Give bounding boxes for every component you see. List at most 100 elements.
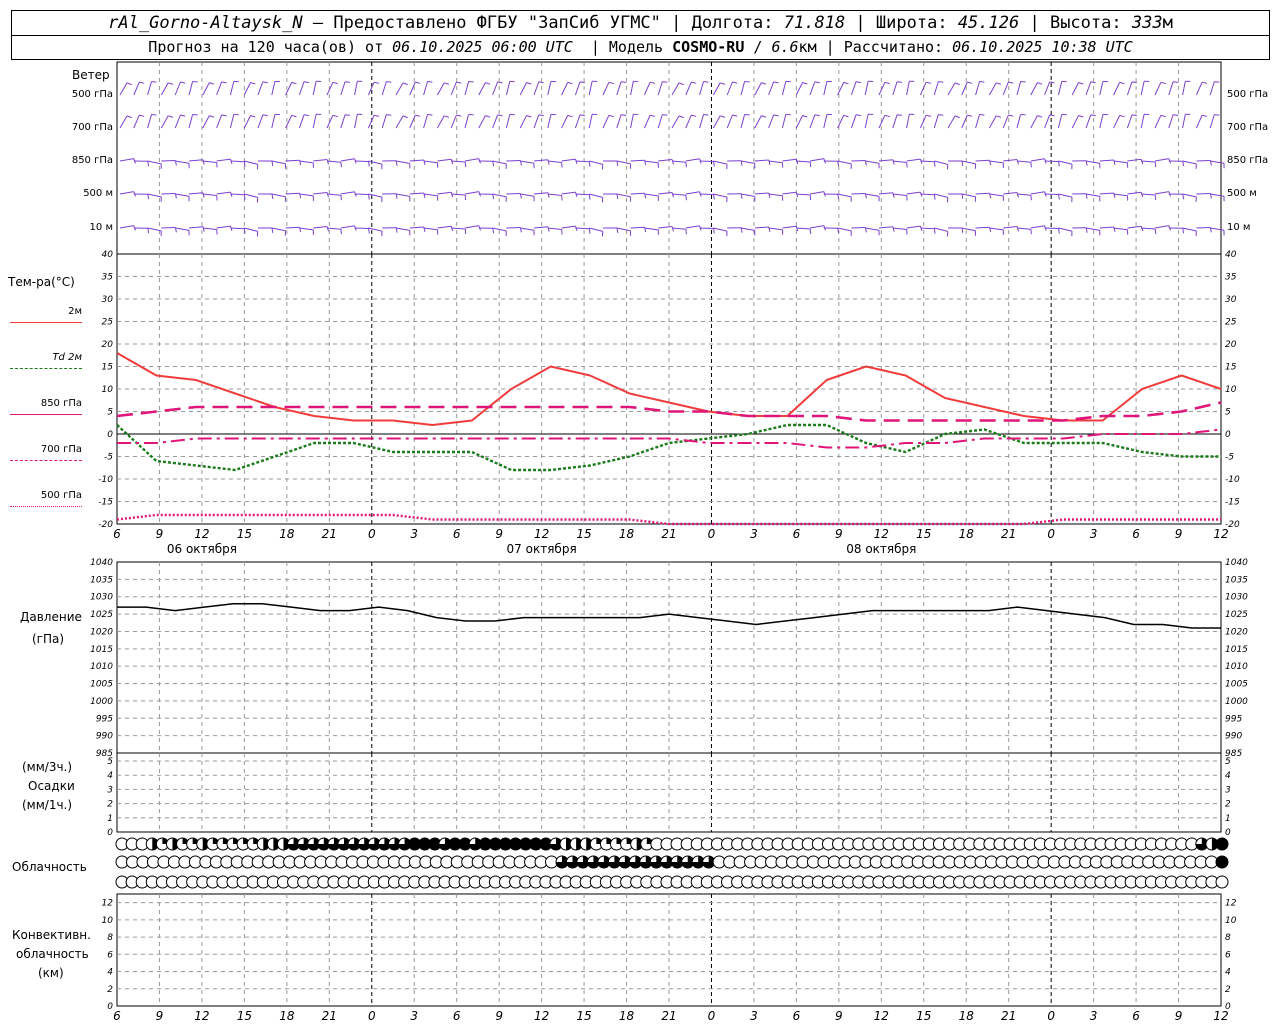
wind-barb bbox=[658, 159, 674, 165]
wind-barb-feather bbox=[933, 161, 936, 167]
wind-barb-feather bbox=[485, 82, 491, 85]
wind-barb bbox=[368, 193, 383, 203]
wind-barb-shaft bbox=[174, 114, 181, 129]
wind-barb-feather bbox=[996, 115, 1002, 118]
wind-barb-feather bbox=[1140, 192, 1144, 198]
wind-barb-shaft bbox=[492, 193, 507, 198]
wind-barb-shaft bbox=[519, 115, 528, 129]
wind-barb-shaft bbox=[257, 81, 264, 96]
wind-barb bbox=[947, 82, 960, 96]
wind-barb-feather bbox=[892, 159, 895, 165]
convective-ytick-label: 6 bbox=[107, 950, 113, 960]
wind-barb-shaft bbox=[395, 193, 410, 197]
wind-barb-shaft bbox=[589, 160, 603, 165]
wind-barb bbox=[382, 227, 398, 233]
wind-barb-shaft bbox=[367, 114, 375, 129]
wind-barb-feather bbox=[402, 115, 408, 119]
wind-barb bbox=[699, 160, 715, 167]
wind-barb-feather bbox=[713, 228, 715, 234]
wind-barb-feather bbox=[492, 194, 495, 200]
wind-barb bbox=[603, 227, 619, 233]
time-tick-label-bottom: 21 bbox=[1001, 1009, 1016, 1023]
wind-level-label: 10 м bbox=[89, 222, 113, 233]
wind-barb-feather bbox=[456, 114, 462, 117]
wind-barb-feather bbox=[662, 114, 668, 116]
wind-barb bbox=[616, 114, 627, 129]
wind-barb bbox=[409, 226, 426, 233]
wind-barb bbox=[1071, 115, 1084, 129]
time-tick-label: 12 bbox=[1213, 527, 1228, 541]
pressure-ytick-label-right: 1015 bbox=[1225, 645, 1248, 655]
wind-barb-shaft bbox=[795, 115, 804, 129]
wind-barb-shaft bbox=[423, 160, 438, 164]
cloud-cover-fill bbox=[1216, 856, 1228, 868]
wind-barb bbox=[1196, 160, 1212, 166]
wind-barb bbox=[961, 193, 976, 202]
wind-barb bbox=[188, 81, 198, 96]
wind-barb-feather bbox=[168, 115, 174, 118]
wind-barb-shaft bbox=[1209, 81, 1215, 96]
wind-barb bbox=[505, 113, 515, 129]
wind-barb-feather bbox=[243, 228, 246, 234]
precip-ytick-label: 4 bbox=[107, 771, 113, 781]
temperature-ytick-label: -10 bbox=[98, 475, 113, 485]
time-tick-label-bottom: 6 bbox=[793, 1009, 801, 1023]
wind-barb-feather bbox=[291, 81, 297, 85]
wind-barb-shaft bbox=[188, 114, 194, 129]
wind-barb bbox=[1127, 191, 1144, 198]
wind-barb-shaft bbox=[547, 114, 552, 129]
wind-barb bbox=[119, 82, 132, 96]
wind-barb bbox=[1126, 114, 1137, 129]
temperature-ytick-label: 30 bbox=[102, 295, 114, 305]
wind-barb-shaft bbox=[1085, 114, 1092, 129]
wind-barb-shaft bbox=[574, 114, 581, 129]
convective-ytick-label-right: 8 bbox=[1225, 933, 1231, 943]
time-tick-label-bottom: 6 bbox=[453, 1009, 461, 1023]
wind-barb-shaft bbox=[451, 227, 466, 230]
wind-barb-feather bbox=[402, 82, 408, 86]
wind-barb bbox=[851, 227, 867, 233]
wind-barb-shaft bbox=[1210, 227, 1225, 231]
wind-barb-shaft bbox=[1210, 160, 1225, 164]
wind-barb-feather bbox=[979, 81, 985, 83]
wind-barb bbox=[519, 82, 532, 96]
time-tick-label-bottom: 12 bbox=[874, 1009, 889, 1023]
wind-barb-shaft bbox=[1099, 114, 1104, 129]
wind-barb bbox=[864, 80, 874, 96]
wind-barb bbox=[837, 193, 852, 202]
wind-barb-shaft bbox=[506, 193, 521, 195]
temperature-ytick-label-right: 15 bbox=[1225, 363, 1237, 373]
wind-barb-shaft bbox=[409, 226, 424, 229]
wind-barb bbox=[533, 159, 550, 165]
wind-barb-shaft bbox=[326, 82, 334, 96]
wind-barb bbox=[1085, 227, 1101, 236]
wind-barb bbox=[1113, 193, 1129, 201]
temperature-ytick-label: 10 bbox=[102, 385, 114, 395]
wind-barb-feather bbox=[147, 194, 150, 200]
wind-barb bbox=[299, 227, 314, 235]
wind-barb-shaft bbox=[519, 82, 528, 96]
wind-barb bbox=[1057, 80, 1067, 96]
wind-barb bbox=[1044, 114, 1055, 129]
wind-barb-feather bbox=[1058, 194, 1060, 200]
wind-barb-feather bbox=[795, 192, 799, 198]
wind-barb-shaft bbox=[119, 191, 134, 195]
wind-barb-shaft bbox=[782, 191, 797, 195]
wind-barb bbox=[1030, 158, 1047, 164]
wind-barb bbox=[740, 227, 756, 236]
wind-barb-feather bbox=[621, 81, 627, 83]
wind-barb-shaft bbox=[1099, 192, 1114, 195]
wind-barb-shaft bbox=[271, 114, 276, 129]
wind-barb bbox=[1085, 114, 1096, 129]
wind-barb-shaft bbox=[989, 193, 1004, 197]
wind-barb-shaft bbox=[533, 226, 548, 229]
wind-barb-feather bbox=[662, 81, 668, 83]
wind-barb-shaft bbox=[906, 158, 921, 162]
pressure-ytick-label-right: 1010 bbox=[1225, 662, 1248, 672]
wind-barb-shaft bbox=[699, 193, 714, 195]
wind-barb bbox=[616, 227, 631, 236]
temperature-legend-label: Td 2м bbox=[52, 352, 82, 363]
wind-barb-shaft bbox=[699, 227, 714, 229]
wind-barb-feather bbox=[450, 226, 454, 232]
wind-barb-shaft bbox=[1058, 227, 1073, 232]
